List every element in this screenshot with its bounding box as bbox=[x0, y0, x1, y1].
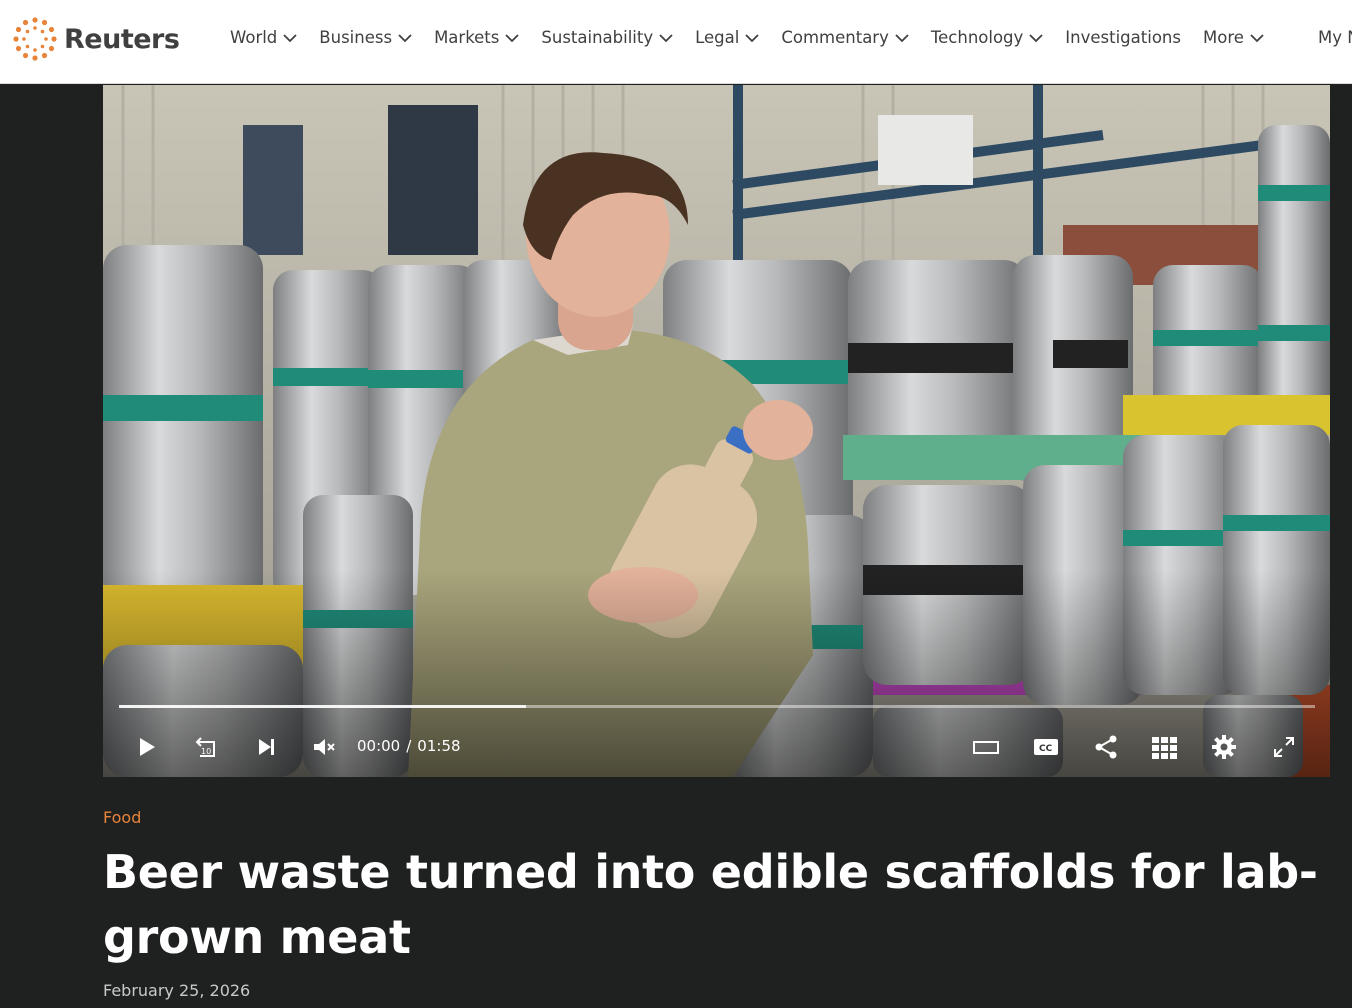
nav-item-business[interactable]: Business bbox=[319, 28, 412, 47]
share-icon bbox=[1095, 735, 1117, 759]
nav-item-label: World bbox=[230, 28, 278, 47]
mute-button[interactable] bbox=[311, 733, 337, 761]
chevron-down-icon bbox=[398, 33, 412, 42]
grid-button[interactable] bbox=[1151, 733, 1177, 761]
theater-mode-button[interactable] bbox=[973, 733, 999, 761]
grid-icon bbox=[1152, 737, 1177, 759]
nav-item-label: Commentary bbox=[781, 28, 889, 47]
nav-item-commentary[interactable]: Commentary bbox=[781, 28, 909, 47]
replay-10-button[interactable]: 10 bbox=[193, 733, 219, 761]
duration: 01:58 bbox=[417, 737, 461, 755]
chevron-down-icon bbox=[505, 33, 520, 42]
progress-bar[interactable] bbox=[119, 705, 1315, 708]
share-button[interactable] bbox=[1093, 733, 1119, 761]
category-link[interactable]: Food bbox=[103, 808, 141, 827]
chevron-down-icon bbox=[1029, 33, 1043, 42]
fullscreen-icon bbox=[1274, 737, 1294, 757]
closed-captions-icon: CC bbox=[1034, 739, 1058, 755]
settings-icon bbox=[1212, 735, 1236, 759]
replay-10-icon: 10 bbox=[195, 737, 215, 757]
play-button[interactable] bbox=[133, 733, 159, 761]
fullscreen-button[interactable] bbox=[1271, 733, 1297, 761]
chevron-down-icon bbox=[659, 33, 673, 42]
settings-button[interactable] bbox=[1211, 733, 1237, 761]
site-header: Reuters World Business Markets Sustainab… bbox=[0, 0, 1352, 84]
nav-item-label: Legal bbox=[695, 28, 740, 47]
theater-mode-icon bbox=[973, 741, 999, 754]
nav-item-label: Technology bbox=[930, 28, 1024, 47]
chevron-down-icon bbox=[745, 33, 759, 42]
my-news-link[interactable]: My N bbox=[1318, 28, 1352, 47]
article-date: February 25, 2026 bbox=[103, 981, 251, 1000]
nav-item-more[interactable]: More bbox=[1203, 28, 1264, 47]
article-headline: Beer waste turned into edible scaffolds … bbox=[103, 845, 1318, 964]
nav-item-label: Investigations bbox=[1065, 28, 1181, 47]
nav-item-technology[interactable]: Technology bbox=[931, 28, 1043, 47]
main-nav: World Business Markets Sustainability Le… bbox=[230, 28, 1286, 47]
nav-item-label: Markets bbox=[434, 28, 500, 47]
video-frame bbox=[103, 85, 1330, 777]
mute-icon bbox=[314, 739, 335, 755]
nav-item-investigations[interactable]: Investigations bbox=[1065, 28, 1181, 47]
nav-item-label: More bbox=[1202, 28, 1244, 47]
brand-name: Reuters bbox=[64, 23, 180, 55]
time-display: 00:00 / 01:58 bbox=[357, 737, 467, 755]
replay-10-label: 10 bbox=[201, 747, 211, 756]
nav-item-sustainability[interactable]: Sustainability bbox=[541, 28, 673, 47]
skip-next-icon bbox=[259, 739, 274, 755]
nav-item-markets[interactable]: Markets bbox=[434, 28, 520, 47]
chevron-down-icon bbox=[1250, 33, 1264, 42]
time-separator: / bbox=[406, 737, 412, 755]
buffer-bar bbox=[119, 705, 526, 708]
nav-item-legal[interactable]: Legal bbox=[695, 28, 759, 47]
video-player[interactable]: 10 00:00 / 01:58 CC bbox=[103, 85, 1330, 777]
current-time: 00:00 bbox=[357, 737, 401, 755]
closed-captions-button[interactable]: CC bbox=[1033, 733, 1059, 761]
reuters-logo-icon bbox=[13, 17, 57, 61]
nav-item-label: Business bbox=[319, 28, 393, 47]
skip-next-button[interactable] bbox=[253, 733, 279, 761]
nav-item-world[interactable]: World bbox=[230, 28, 297, 47]
chevron-down-icon bbox=[895, 33, 909, 42]
cc-label: CC bbox=[1039, 744, 1053, 754]
play-icon bbox=[140, 738, 155, 756]
reuters-logo[interactable]: Reuters bbox=[12, 16, 180, 62]
chevron-down-icon bbox=[283, 33, 297, 42]
nav-item-label: Sustainability bbox=[541, 28, 654, 47]
